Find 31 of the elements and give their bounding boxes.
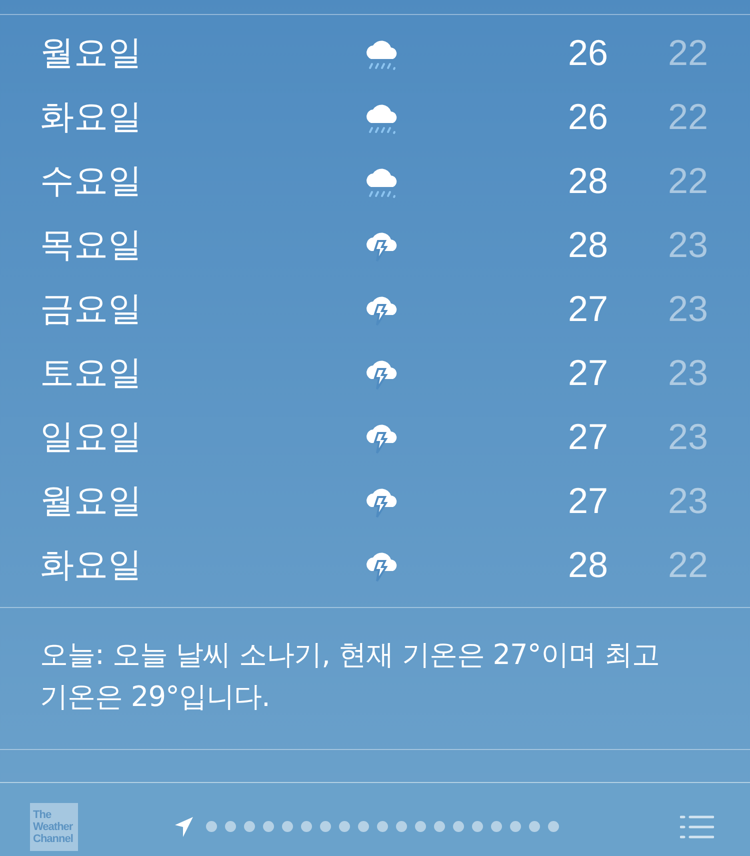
high-temperature: 28 [566,543,608,587]
low-temperature: 23 [666,415,708,459]
high-temperature: 27 [566,479,608,523]
low-temperature: 23 [666,223,708,267]
low-temperature: 22 [666,31,708,75]
low-temperature: 23 [666,479,708,523]
high-temperature: 26 [566,95,608,139]
low-temperature: 22 [666,95,708,139]
weather-channel-logo[interactable]: The Weather Channel [30,802,78,850]
low-temperature: 23 [666,351,708,395]
weather-summary: 오늘: 오늘 날씨 소나기, 현재 기온은 27°이며 최고 기온은 29°입니다. [40,637,660,715]
day-name: 토요일 [40,352,143,394]
low-temperature: 22 [666,543,708,587]
day-name: 수요일 [40,160,143,202]
day-name: 월요일 [40,32,143,74]
list-icon[interactable] [680,814,714,838]
high-temperature: 28 [566,223,608,267]
location-arrow-icon[interactable] [174,816,194,838]
day-name: 목요일 [40,224,143,266]
low-temperature: 22 [666,159,708,203]
high-temperature: 28 [566,159,608,203]
high-temperature: 27 [566,287,608,331]
high-temperature: 27 [566,351,608,395]
day-name: 월요일 [40,480,143,522]
day-name: 일요일 [40,416,143,458]
high-temperature: 27 [566,415,608,459]
low-temperature: 23 [666,287,708,331]
day-name: 화요일 [40,96,143,138]
day-name: 금요일 [40,288,143,330]
day-name: 화요일 [40,544,143,586]
high-temperature: 26 [566,31,608,75]
